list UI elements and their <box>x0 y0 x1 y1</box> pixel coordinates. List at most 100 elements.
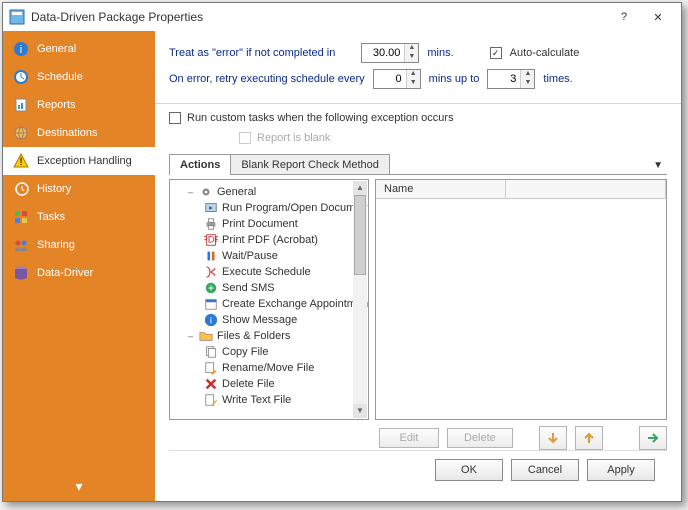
sidebar: iGeneral Schedule Reports Destinations !… <box>3 31 155 501</box>
sidebar-item-tasks[interactable]: Tasks <box>3 203 155 231</box>
svg-text:i: i <box>20 44 22 56</box>
sidebar-item-sharing[interactable]: Sharing <box>3 231 155 259</box>
auto-calculate-checkbox[interactable]: ✓ <box>490 47 502 59</box>
tab-actions[interactable]: Actions <box>169 154 231 175</box>
tree-group-files[interactable]: –Files & Folders <box>172 328 366 344</box>
treat-as-error-label: Treat as "error" if not completed in <box>169 47 335 59</box>
info-icon: i <box>13 41 29 57</box>
tree-label: Send SMS <box>222 282 275 294</box>
calendar-icon <box>204 297 218 311</box>
selected-tasks-list[interactable]: Name <box>375 179 667 420</box>
tree-item[interactable]: Send SMS <box>172 280 366 296</box>
spin-down-icon[interactable]: ▼ <box>405 53 418 62</box>
add-button[interactable] <box>639 426 667 450</box>
edit-button[interactable]: Edit <box>379 428 439 448</box>
tree-item[interactable]: PDF Print PDF (Acrobat) <box>172 232 366 248</box>
close-button[interactable]: ✕ <box>641 5 675 29</box>
ok-button[interactable]: OK <box>435 459 503 481</box>
tree-item[interactable]: i Show Message <box>172 312 366 328</box>
tree-scrollbar[interactable]: ▲▼ <box>353 181 367 418</box>
tree-item[interactable]: Print Document <box>172 216 366 232</box>
sidebar-item-label: Data-Driver <box>37 267 93 279</box>
task-tree[interactable]: – General Run Program/Open Document Print… <box>169 179 369 420</box>
scroll-down-icon[interactable]: ▼ <box>353 404 367 418</box>
arrow-down-icon <box>546 431 560 445</box>
tree-label: Print PDF (Acrobat) <box>222 234 318 246</box>
retry-every-spinner[interactable]: ▲▼ <box>373 69 421 89</box>
sidebar-item-label: Exception Handling <box>37 155 132 167</box>
retry-every-input[interactable] <box>374 70 406 88</box>
spin-up-icon[interactable]: ▲ <box>521 70 534 79</box>
tree-item[interactable]: Create Exchange Appointment <box>172 296 366 312</box>
mins-label: mins. <box>427 47 453 59</box>
window-icon <box>9 9 25 25</box>
sidebar-expand-icon[interactable]: ▾ <box>3 472 155 501</box>
report-is-blank-label: Report is blank <box>257 132 330 144</box>
arrow-up-icon <box>582 431 596 445</box>
apply-button[interactable]: Apply <box>587 459 655 481</box>
retry-times-spinner[interactable]: ▲▼ <box>487 69 535 89</box>
tree-label: Create Exchange Appointment <box>222 298 369 310</box>
help-button[interactable]: ? <box>607 5 641 29</box>
report-icon <box>13 97 29 113</box>
tree-label: Execute Schedule <box>222 266 311 278</box>
collapse-icon[interactable]: – <box>186 187 195 197</box>
tree-label: Delete File <box>222 378 275 390</box>
move-down-button[interactable] <box>539 426 567 450</box>
tree-item[interactable]: Write Text File <box>172 392 366 408</box>
sidebar-item-destinations[interactable]: Destinations <box>3 119 155 147</box>
tab-blank-report-check-method[interactable]: Blank Report Check Method <box>230 154 390 175</box>
column-blank[interactable] <box>506 180 666 198</box>
tree-item[interactable]: Copy File <box>172 344 366 360</box>
tree-label: Show Message <box>222 314 297 326</box>
sidebar-item-exception-handling[interactable]: ! Exception Handling <box>3 147 155 175</box>
tree-item[interactable]: Execute Schedule <box>172 264 366 280</box>
sidebar-item-label: Sharing <box>37 239 75 251</box>
sidebar-item-label: Schedule <box>37 71 83 83</box>
spin-up-icon[interactable]: ▲ <box>407 70 420 79</box>
tree-item[interactable]: Run Program/Open Document <box>172 200 366 216</box>
tree-item[interactable]: Rename/Move File <box>172 360 366 376</box>
sidebar-item-history[interactable]: History <box>3 175 155 203</box>
tree-item[interactable]: Delete File <box>172 376 366 392</box>
tree-label: Rename/Move File <box>222 362 314 374</box>
move-up-button[interactable] <box>575 426 603 450</box>
sms-icon <box>204 281 218 295</box>
run-custom-tasks-checkbox[interactable] <box>169 112 181 124</box>
sidebar-item-schedule[interactable]: Schedule <box>3 63 155 91</box>
sidebar-item-reports[interactable]: Reports <box>3 91 155 119</box>
pdf-icon: PDF <box>204 233 218 247</box>
scroll-thumb[interactable] <box>354 195 366 275</box>
delete-button[interactable]: Delete <box>447 428 513 448</box>
run-custom-tasks-label: Run custom tasks when the following exce… <box>187 112 454 124</box>
tasks-icon <box>13 209 29 225</box>
error-minutes-spinner[interactable]: ▲▼ <box>361 43 419 63</box>
spin-down-icon[interactable]: ▼ <box>521 79 534 88</box>
column-name[interactable]: Name <box>376 180 506 198</box>
scroll-up-icon[interactable]: ▲ <box>353 181 367 195</box>
tab-overflow-icon[interactable]: ▼ <box>649 156 667 175</box>
pause-icon <box>204 249 218 263</box>
tree-label: General <box>217 186 256 198</box>
svg-text:i: i <box>210 316 212 327</box>
main-pane: Treat as "error" if not completed in ▲▼ … <box>155 31 681 501</box>
sidebar-item-general[interactable]: iGeneral <box>3 35 155 63</box>
spin-up-icon[interactable]: ▲ <box>405 44 418 53</box>
collapse-icon[interactable]: – <box>186 331 195 341</box>
mins-up-to-label: mins up to <box>429 73 480 85</box>
tree-item[interactable]: Wait/Pause <box>172 248 366 264</box>
destination-icon <box>13 125 29 141</box>
spin-down-icon[interactable]: ▼ <box>407 79 420 88</box>
sidebar-item-data-driver[interactable]: Data-Driver <box>3 259 155 287</box>
clock-icon <box>13 69 29 85</box>
cancel-button[interactable]: Cancel <box>511 459 579 481</box>
auto-calculate-label: Auto-calculate <box>510 47 580 59</box>
retry-label: On error, retry executing schedule every <box>169 73 365 85</box>
svg-text:!: ! <box>19 156 22 168</box>
printer-icon <box>204 217 218 231</box>
tree-group-general[interactable]: – General <box>172 184 366 200</box>
error-minutes-input[interactable] <box>362 44 404 62</box>
retry-times-input[interactable] <box>488 70 520 88</box>
report-is-blank-checkbox <box>239 132 251 144</box>
rename-icon <box>204 361 218 375</box>
